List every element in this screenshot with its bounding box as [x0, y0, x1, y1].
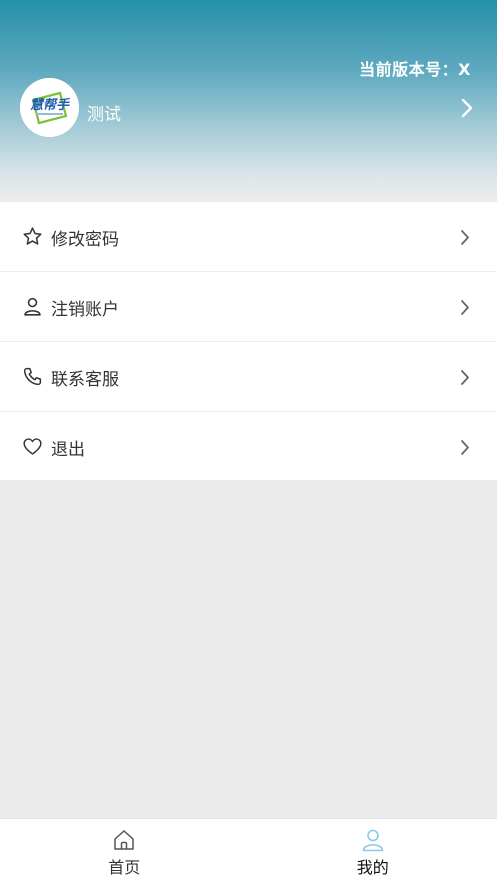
profile-header: 当前版本号：X 慧帮手 测试: [0, 0, 497, 202]
menu-label: 退出: [51, 440, 85, 460]
svg-text:慧帮手: 慧帮手: [30, 97, 71, 113]
tab-label: 我的: [356, 858, 389, 877]
app-root: 当前版本号：X 慧帮手 测试 修改密码 注销账户 联系客服 退出 首页 我的: [0, 0, 497, 883]
version-label: 当前版本号：X: [359, 60, 471, 79]
tab-mine[interactable]: 我的: [249, 819, 497, 883]
user-icon: [24, 297, 41, 316]
menu-item-change-password[interactable]: 修改密码: [0, 202, 497, 272]
avatar[interactable]: 慧帮手: [20, 78, 79, 137]
username: 测试: [87, 105, 121, 125]
tab-home[interactable]: 首页: [0, 819, 249, 883]
star-icon: [23, 227, 42, 245]
profile-row[interactable]: 慧帮手 测试: [0, 78, 497, 138]
menu-label: 注销账户: [51, 300, 119, 320]
home-icon: [114, 830, 134, 850]
menu-item-logout[interactable]: 退出: [0, 412, 497, 480]
menu-item-contact-support[interactable]: 联系客服: [0, 342, 497, 412]
chevron-right-icon: [461, 300, 469, 315]
menu-item-delete-account[interactable]: 注销账户: [0, 272, 497, 342]
phone-icon: [23, 367, 42, 386]
bottom-tab-bar: 首页 我的: [0, 818, 497, 883]
menu-label: 修改密码: [51, 230, 119, 250]
menu-label: 联系客服: [51, 370, 119, 390]
heart-icon: [23, 438, 42, 455]
chevron-right-icon: [461, 230, 469, 245]
chevron-right-icon: [461, 440, 469, 455]
user-icon: [362, 829, 384, 852]
app-logo-icon: 慧帮手: [20, 78, 79, 137]
settings-menu: 修改密码 注销账户 联系客服 退出: [0, 202, 497, 480]
tab-label: 首页: [108, 858, 141, 877]
chevron-right-icon: [461, 370, 469, 385]
chevron-right-icon[interactable]: [461, 98, 473, 118]
